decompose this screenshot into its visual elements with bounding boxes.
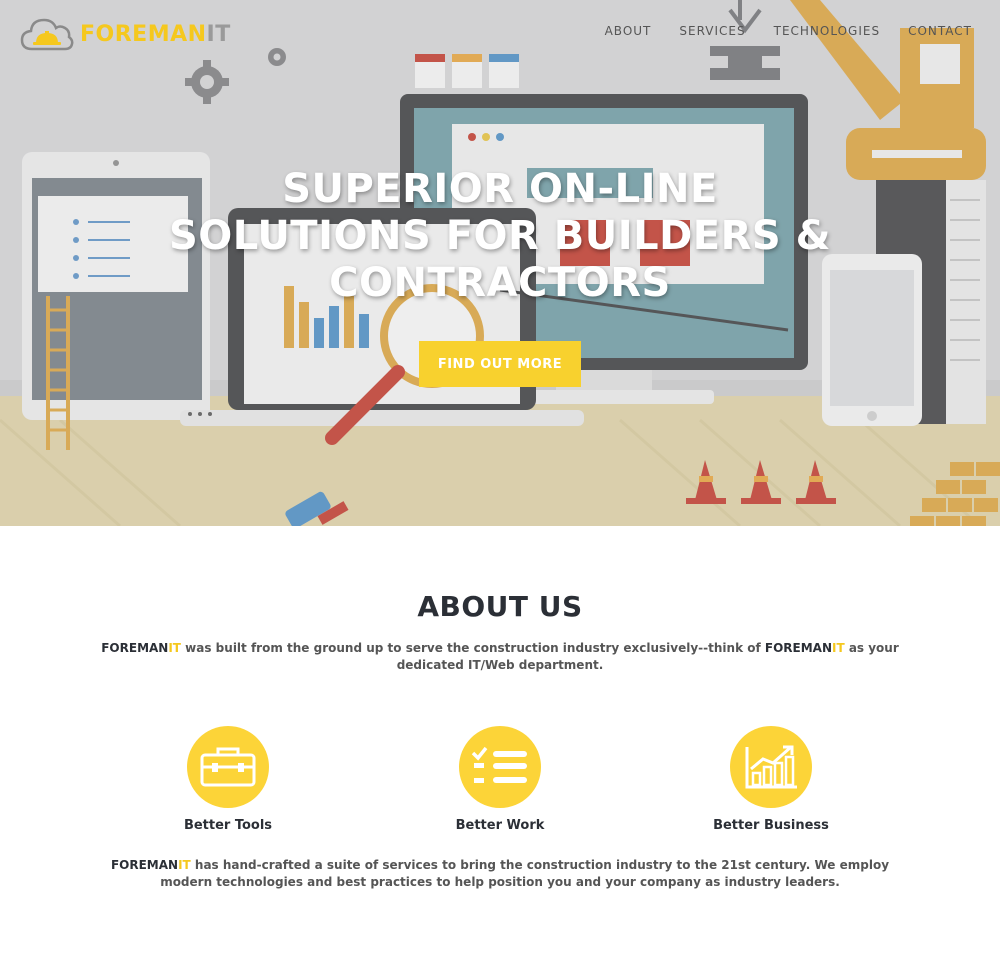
nav-contact[interactable]: CONTACT bbox=[908, 24, 972, 38]
feature-label: Better Tools bbox=[183, 818, 273, 833]
cloud-hardhat-icon bbox=[20, 18, 74, 51]
main-nav: ABOUT SERVICES TECHNOLOGIES CONTACT bbox=[605, 24, 972, 38]
find-out-more-button[interactable]: FIND OUT MORE bbox=[419, 341, 581, 387]
feature-label: Better Business bbox=[713, 818, 829, 833]
toolbox-icon bbox=[200, 747, 256, 787]
feature-better-tools: Better Tools bbox=[118, 726, 338, 833]
about-intro: FOREMANIT was built from the ground up t… bbox=[101, 641, 899, 672]
brand-name: FOREMANIT bbox=[80, 21, 231, 47]
feature-better-work: Better Work bbox=[390, 726, 610, 833]
feature-circle bbox=[730, 726, 812, 808]
about-title: ABOUT US bbox=[417, 590, 583, 623]
feature-circle bbox=[459, 726, 541, 808]
checklist-icon bbox=[471, 746, 527, 783]
growth-chart-icon bbox=[745, 745, 797, 789]
feature-circle bbox=[187, 726, 269, 808]
hero-title-line: SOLUTIONS FOR BUILDERS & bbox=[168, 213, 832, 259]
nav-about[interactable]: ABOUT bbox=[605, 24, 652, 38]
hero-title: SUPERIOR ON-LINE SOLUTIONS FOR BUILDERS … bbox=[0, 166, 1000, 307]
hero-title-line: CONTRACTORS bbox=[329, 260, 671, 306]
nav-services[interactable]: SERVICES bbox=[679, 24, 745, 38]
feature-better-business: Better Business bbox=[661, 726, 881, 833]
feature-label: Better Work bbox=[455, 818, 545, 833]
nav-technologies[interactable]: TECHNOLOGIES bbox=[774, 24, 880, 38]
about-closing: FOREMANIT has hand-crafted a suite of se… bbox=[110, 858, 890, 889]
brand-logo[interactable]: FOREMANIT bbox=[20, 14, 231, 54]
hero-section: FOREMANIT ABOUT SERVICES TECHNOLOGIES CO… bbox=[0, 0, 1000, 526]
hero-title-line: SUPERIOR ON-LINE bbox=[282, 166, 718, 212]
